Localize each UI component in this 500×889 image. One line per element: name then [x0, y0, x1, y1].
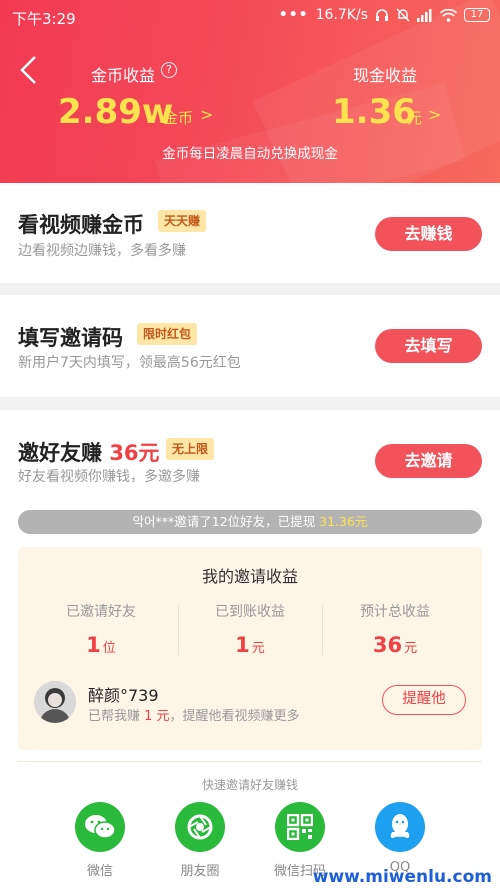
signal-icon — [417, 8, 432, 22]
task-badge: 天天赚 — [158, 210, 207, 232]
qq-icon — [375, 802, 425, 852]
task-subtitle: 边看视频边赚钱，多看多赚 — [18, 243, 186, 259]
qr-code-icon — [275, 802, 325, 852]
share-title: 快速邀请好友赚钱 — [201, 778, 298, 792]
task-badge: 无上限 — [166, 438, 215, 460]
stat-invited-friends: 已邀请好友 1位 — [26, 601, 176, 657]
chevron-right-icon[interactable]: > — [200, 105, 213, 124]
task-title: 填写邀请码 — [18, 326, 123, 350]
stat-label: 已到账收益 — [215, 604, 285, 620]
task-badge: 限时红包 — [137, 323, 198, 345]
status-icons: ••• 16.7K/s 17 — [279, 7, 490, 23]
coin-earnings-value[interactable]: 2.89w — [58, 92, 173, 132]
cash-earnings-value[interactable]: 1.36 — [332, 92, 416, 132]
fill-code-button[interactable]: 去填写 — [375, 329, 482, 363]
more-dots-icon: ••• — [278, 7, 309, 23]
help-icon[interactable]: ? — [161, 62, 177, 78]
coin-unit: 金币 — [163, 109, 194, 127]
task-title: 邀好友赚 36元 — [18, 437, 160, 467]
earn-money-button[interactable]: 去赚钱 — [375, 217, 482, 251]
stat-received-earnings: 已到账收益 1元 — [175, 601, 325, 657]
task-subtitle: 好友看视频你赚钱，多邀多赚 — [18, 469, 200, 485]
share-moments[interactable]: 朋友圈 — [165, 802, 235, 879]
status-bar: 下午3:29 ••• 16.7K/s 17 — [0, 0, 500, 34]
moments-icon — [175, 802, 225, 852]
avatar[interactable] — [34, 681, 76, 723]
headphones-icon — [376, 9, 388, 21]
share-qq[interactable]: QQ — [365, 802, 435, 875]
coin-earnings-label: 金币收益 — [91, 66, 156, 85]
chevron-right-icon[interactable]: > — [428, 105, 441, 124]
task-card-invite-friends: 邀好友赚 36元 无上限 好友看视频你赚钱，多邀多赚 去邀请 악어***邀请了1… — [0, 410, 500, 889]
share-label: 朋友圈 — [180, 864, 220, 879]
friend-name: 醉颜°739 — [88, 686, 159, 705]
stat-label: 已邀请好友 — [66, 604, 136, 620]
task-title: 看视频赚金币 — [18, 213, 144, 237]
cash-earnings-label: 现金收益 — [353, 66, 418, 85]
mute-bell-icon — [396, 8, 410, 22]
earnings-header: 下午3:29 ••• 16.7K/s 17 金币收益 ? 2.89w 金币 > … — [0, 0, 500, 183]
invite-button[interactable]: 去邀请 — [375, 444, 482, 478]
task-title-text: 邀好友赚 — [18, 441, 102, 465]
wechat-icon — [75, 802, 125, 852]
stat-value: 36 元 — [372, 633, 418, 657]
withdraw-ticker: 악어***邀请了12位好友，已提现 31.36元 — [18, 510, 482, 534]
battery-icon: 17 — [464, 8, 490, 22]
wifi-icon — [440, 8, 457, 22]
friend-earned-text: 已帮我赚 1 元，提醒他看视频赚更多 — [88, 709, 300, 724]
cash-unit: 元 — [407, 109, 423, 127]
stat-value: 1元 — [235, 633, 265, 657]
exchange-notice: 金币每日凌晨自动兑换成现金 — [162, 146, 338, 162]
invite-earnings-panel: 我的邀请收益 已邀请好友 1位 已到账收益 1元 预计总收益 36 元 醉颜°73… — [18, 547, 482, 750]
watermark-text: www.miwenlu.com — [312, 867, 492, 887]
share-label: 微信 — [86, 864, 113, 879]
task-card-watch-video: 看视频赚金币 天天赚 边看视频边赚钱，多看多赚 去赚钱 — [0, 183, 500, 283]
task-subtitle: 新用户7天内填写，领最高56元红包 — [18, 355, 241, 371]
ticker-amount: 31.36元 — [319, 514, 368, 529]
earnings-title: 我的邀请收益 — [201, 567, 298, 586]
status-time: 下午3:29 — [12, 10, 76, 28]
task-card-invite-code: 填写邀请码 限时红包 新用户7天内填写，领最高56元红包 去填写 — [0, 295, 500, 397]
share-wechat[interactable]: 微信 — [65, 802, 135, 879]
net-speed: 16.7K/s — [315, 7, 368, 23]
avatar-image — [34, 681, 76, 723]
stat-label: 预计总收益 — [360, 604, 430, 620]
back-arrow-icon[interactable] — [18, 55, 40, 85]
remind-button[interactable]: 提醒他 — [382, 685, 466, 715]
share-divider — [18, 761, 482, 762]
stat-value: 1位 — [86, 633, 116, 657]
task-title-amount: 36元 — [109, 441, 160, 465]
stat-total-earnings: 预计总收益 36 元 — [320, 601, 470, 657]
ticker-text: 악어***邀请了12位好友，已提现 — [132, 514, 320, 529]
